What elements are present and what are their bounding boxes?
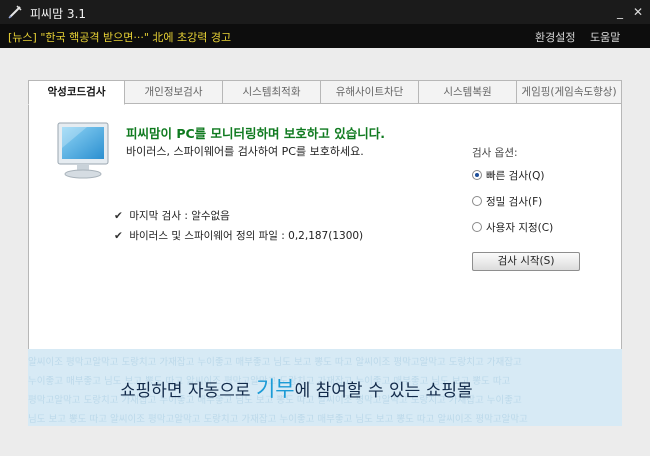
definition-label: 바이러스 및 스파이웨어 정의 파일 :	[129, 230, 285, 242]
option-label: 빠른 검사(Q)	[486, 170, 545, 182]
tab-site-block[interactable]: 유해사이트차단	[321, 80, 419, 104]
banner-highlight: 기부	[255, 377, 295, 401]
window-title: 피씨맘 3.1	[30, 7, 87, 21]
banner-bg-row: 님도 보고 뽕도 따고 알씨이조 평막고알막고 도랑치고 가재잡고 누이좋고 매…	[28, 414, 528, 425]
banner-headline: 쇼핑하면 자동으로 기부에 참여할 수 있는 쇼핑몰	[120, 373, 473, 403]
syringe-icon	[8, 5, 22, 19]
shopping-banner[interactable]: 알씨이조 평막고알막고 도랑치고 가재잡고 누이좋고 매부좋고 님도 보고 뽕도…	[28, 349, 622, 426]
last-scan-label: 마지막 검사 :	[129, 210, 188, 222]
checkmark-icon: ✔	[114, 230, 123, 242]
start-scan-button[interactable]: 검사 시작(S)	[472, 252, 580, 271]
checkmark-icon: ✔	[114, 210, 123, 222]
definition-value: 0,2,187(1300)	[288, 230, 364, 242]
header-bar: [뉴스] "한국 핵공격 받으면···" 北에 초강력 경고 환경설정 도움말	[0, 24, 650, 48]
help-link[interactable]: 도움말	[590, 29, 620, 45]
last-scan-row: ✔ 마지막 검사 : 알수없음	[114, 208, 230, 223]
banner-text-after: 에 참여할 수 있는 쇼핑몰	[294, 381, 473, 401]
banner-bg-row: 알씨이조 평막고알막고 도랑치고 가재잡고 누이좋고 매부좋고 님도 보고 뽕도…	[28, 357, 522, 368]
definition-row: ✔ 바이러스 및 스파이웨어 정의 파일 : 0,2,187(1300)	[114, 228, 363, 243]
minimize-button[interactable]: _	[612, 4, 628, 20]
tab-system-optimize[interactable]: 시스템최적화	[223, 80, 321, 104]
status-subline: 바이러스, 스파이웨어를 검사하여 PC를 보호하세요.	[126, 145, 364, 158]
last-scan-value: 알수없음	[191, 210, 230, 222]
radio-selected-icon[interactable]	[472, 170, 482, 180]
status-headline: 피씨맘이 PC를 모니터링하며 보호하고 있습니다.	[126, 126, 385, 141]
banner-text-before: 쇼핑하면 자동으로	[120, 381, 256, 401]
news-ticker[interactable]: [뉴스] "한국 핵공격 받으면···" 北에 초강력 경고	[8, 29, 231, 45]
option-quick-scan[interactable]: 빠른 검사(Q)	[472, 168, 544, 183]
close-button[interactable]: ✕	[630, 4, 646, 20]
tab-system-restore[interactable]: 시스템복원	[419, 80, 517, 104]
radio-icon[interactable]	[472, 196, 482, 206]
tab-game-ping[interactable]: 게임핑(게임속도향상)	[517, 80, 622, 104]
tab-bar: 악성코드검사 개인정보검사 시스템최적화 유해사이트차단 시스템복원 게임핑(게…	[28, 80, 622, 105]
monitor-icon	[57, 122, 109, 179]
option-custom-scan[interactable]: 사용자 지정(C)	[472, 220, 553, 235]
option-label: 사용자 지정(C)	[486, 222, 554, 234]
scan-options-title: 검사 옵션:	[472, 147, 518, 159]
title-bar: 피씨맘 3.1 _ ✕	[0, 0, 650, 24]
radio-icon[interactable]	[472, 222, 482, 232]
option-full-scan[interactable]: 정밀 검사(F)	[472, 194, 542, 209]
option-label: 정밀 검사(F)	[486, 196, 543, 208]
tab-privacy-scan[interactable]: 개인정보검사	[125, 80, 223, 104]
tab-malware-scan[interactable]: 악성코드검사	[28, 80, 125, 105]
settings-link[interactable]: 환경설정	[535, 29, 575, 45]
